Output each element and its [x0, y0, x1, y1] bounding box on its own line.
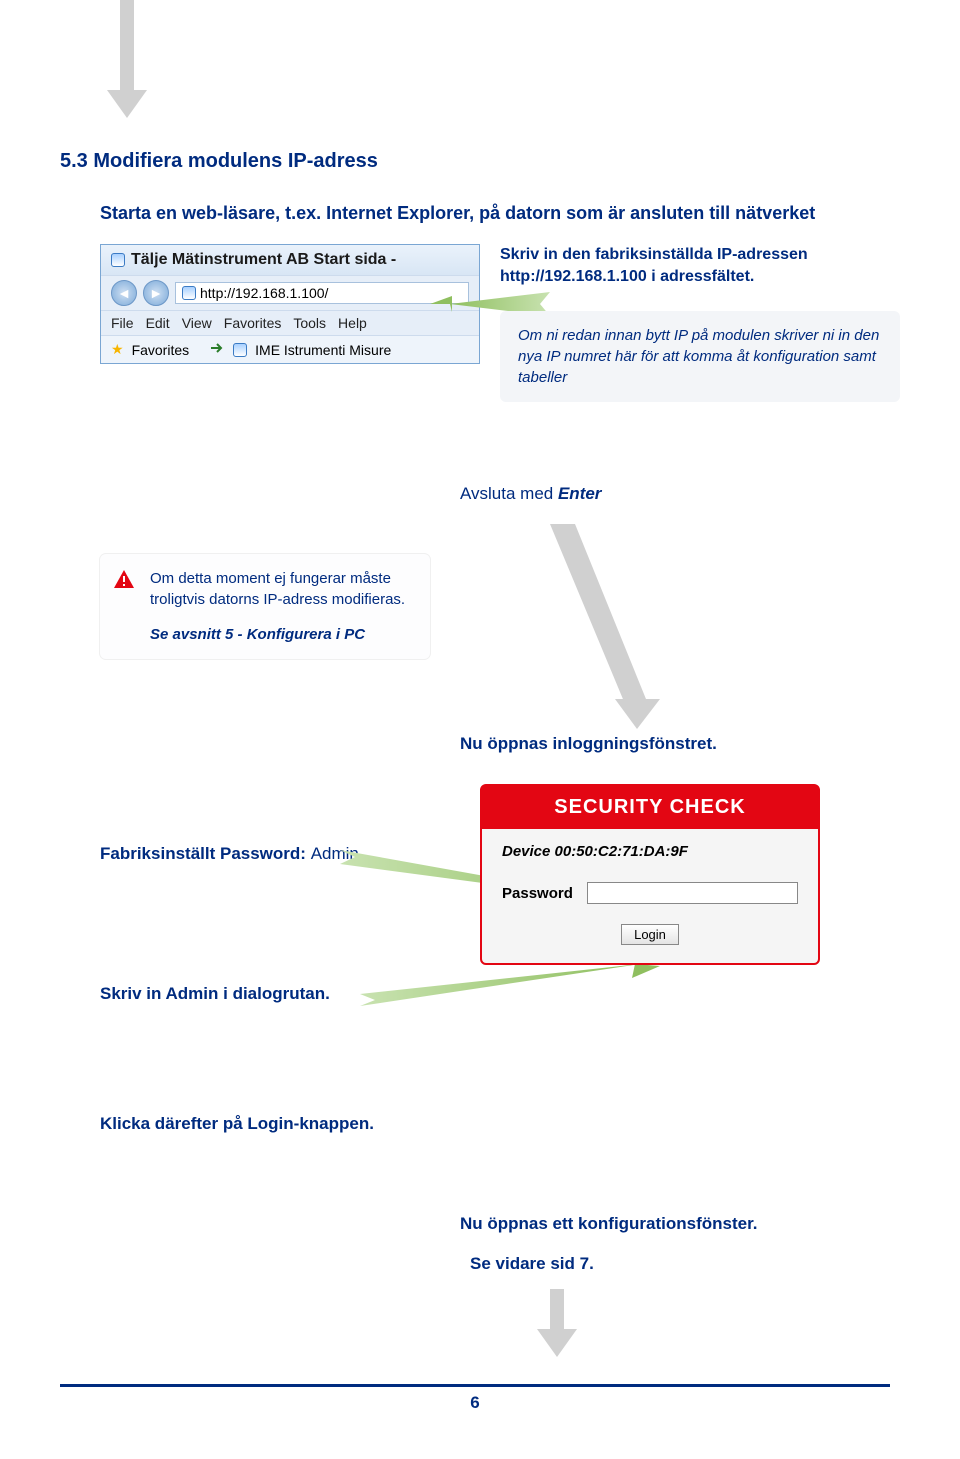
security-dialog: SECURITY CHECK Device 00:50:C2:71:DA:9F … — [480, 784, 820, 965]
click-login-line: Klicka därefter på Login-knappen. — [100, 1114, 374, 1134]
page-number: 6 — [60, 1384, 890, 1413]
password-label: Password — [502, 885, 573, 902]
menu-view[interactable]: View — [182, 315, 212, 331]
menu-file[interactable]: File — [111, 315, 134, 331]
page-icon — [182, 286, 196, 300]
browser-favorites-bar: ★ Favorites IME Istrumenti Misure — [101, 335, 479, 363]
warning-text-1: Om detta moment ej fungerar måste trolig… — [150, 568, 414, 610]
tip-box: Om ni redan innan bytt IP på modulen skr… — [500, 311, 900, 402]
back-button[interactable]: ◄ — [111, 280, 137, 306]
ie-icon — [111, 253, 125, 267]
warning-icon — [112, 568, 136, 592]
browser-title-bar: Tälje Mätinstrument AB Start sida - — [101, 245, 479, 275]
address-url: http://192.168.1.100/ — [200, 285, 328, 301]
menu-favorites[interactable]: Favorites — [224, 315, 282, 331]
warning-box: Om detta moment ej fungerar måste trolig… — [100, 554, 430, 659]
login-button[interactable]: Login — [621, 924, 679, 945]
menu-help[interactable]: Help — [338, 315, 367, 331]
browser-window: Tälje Mätinstrument AB Start sida - ◄ ► … — [100, 244, 480, 364]
section-heading: 5.3 Modifiera modulens IP-adress — [60, 150, 890, 173]
see-sid7-text: Se vidare sid 7. — [470, 1254, 594, 1274]
star-icon: ★ — [111, 341, 124, 358]
info-ip-text: Skriv in den fabriksinställda IP-adresse… — [500, 244, 900, 289]
favorites-label[interactable]: Favorites — [132, 342, 190, 358]
fav-arrow-icon — [209, 340, 225, 359]
admin-line: Skriv in Admin i dialogrutan. — [100, 984, 330, 1004]
arrow-down-icon — [550, 1289, 577, 1357]
enter-line: Avsluta med Enter — [460, 484, 890, 504]
forward-button[interactable]: ► — [143, 280, 169, 306]
config-opens-text: Nu öppnas ett konfigurationsfönster. — [460, 1214, 758, 1234]
device-label: Device 00:50:C2:71:DA:9F — [502, 843, 798, 860]
address-bar[interactable]: http://192.168.1.100/ — [175, 282, 469, 304]
password-line: Fabriksinställt Password: Admin — [100, 844, 359, 864]
security-dialog-title: SECURITY CHECK — [482, 786, 818, 829]
arrow-to-login-text — [460, 524, 720, 734]
arrow-to-login-button — [360, 964, 660, 1014]
tab-label[interactable]: IME Istrumenti Misure — [255, 342, 391, 358]
menu-edit[interactable]: Edit — [146, 315, 170, 331]
tab-icon — [233, 343, 247, 357]
login-opens-text: Nu öppnas inloggningsfönstret. — [460, 734, 717, 754]
browser-menu: File Edit View Favorites Tools Help — [101, 310, 479, 335]
password-input[interactable] — [587, 882, 798, 904]
warning-text-2: Se avsnitt 5 - Konfigurera i PC — [150, 626, 365, 643]
browser-nav-bar: ◄ ► http://192.168.1.100/ — [101, 275, 479, 310]
browser-title-text: Tälje Mätinstrument AB Start sida - — [131, 251, 396, 269]
arrow-down-icon — [120, 0, 147, 118]
menu-tools[interactable]: Tools — [293, 315, 326, 331]
intro-text: Starta en web-läsare, t.ex. Internet Exp… — [100, 203, 890, 224]
